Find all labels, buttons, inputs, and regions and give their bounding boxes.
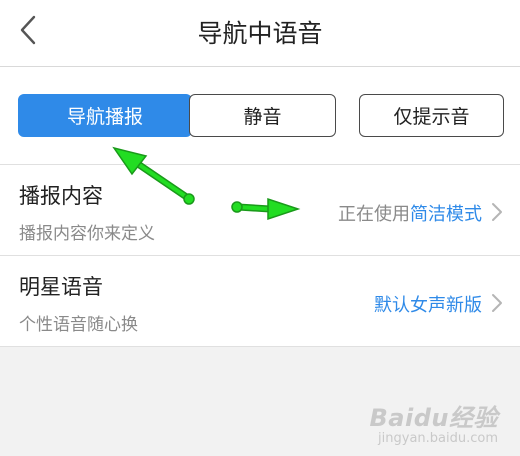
chevron-right-icon (492, 203, 502, 221)
settings-row-celebrity-voice[interactable]: 明星语音 个性语音随心换 默认女声新版 (0, 256, 520, 347)
row-title: 明星语音 (19, 275, 103, 299)
row-value-prefix: 正在使用 (338, 204, 410, 225)
row-value-current: 默认女声新版 (374, 295, 482, 316)
row-value: 正在使用简洁模式 (338, 200, 482, 226)
watermark-logo: Baidu经验 (369, 404, 498, 432)
watermark-site: jingyan.baidu.com (378, 431, 498, 446)
mode-button-prompt-tone-only[interactable]: 仅提示音 (359, 94, 504, 137)
mode-button-navigation-broadcast[interactable]: 导航播报 (18, 94, 192, 137)
baidu-jingyan-watermark: Baidu经验 jingyan.baidu.com (370, 398, 498, 446)
mode-button-mute[interactable]: 静音 (189, 94, 336, 137)
chevron-right-icon (492, 294, 502, 312)
row-title: 播报内容 (19, 184, 103, 208)
row-subtitle: 播报内容你来定义 (19, 224, 155, 244)
page-title: 导航中语音 (197, 19, 323, 48)
broadcast-mode-selector: 导航播报 静音 仅提示音 (0, 67, 520, 165)
row-value-current: 简洁模式 (410, 204, 482, 225)
row-value: 默认女声新版 (374, 291, 482, 317)
settings-row-broadcast-content[interactable]: 播报内容 播报内容你来定义 正在使用简洁模式 (0, 165, 520, 256)
header-bar: 导航中语音 (0, 0, 520, 67)
row-subtitle: 个性语音随心换 (19, 315, 138, 335)
